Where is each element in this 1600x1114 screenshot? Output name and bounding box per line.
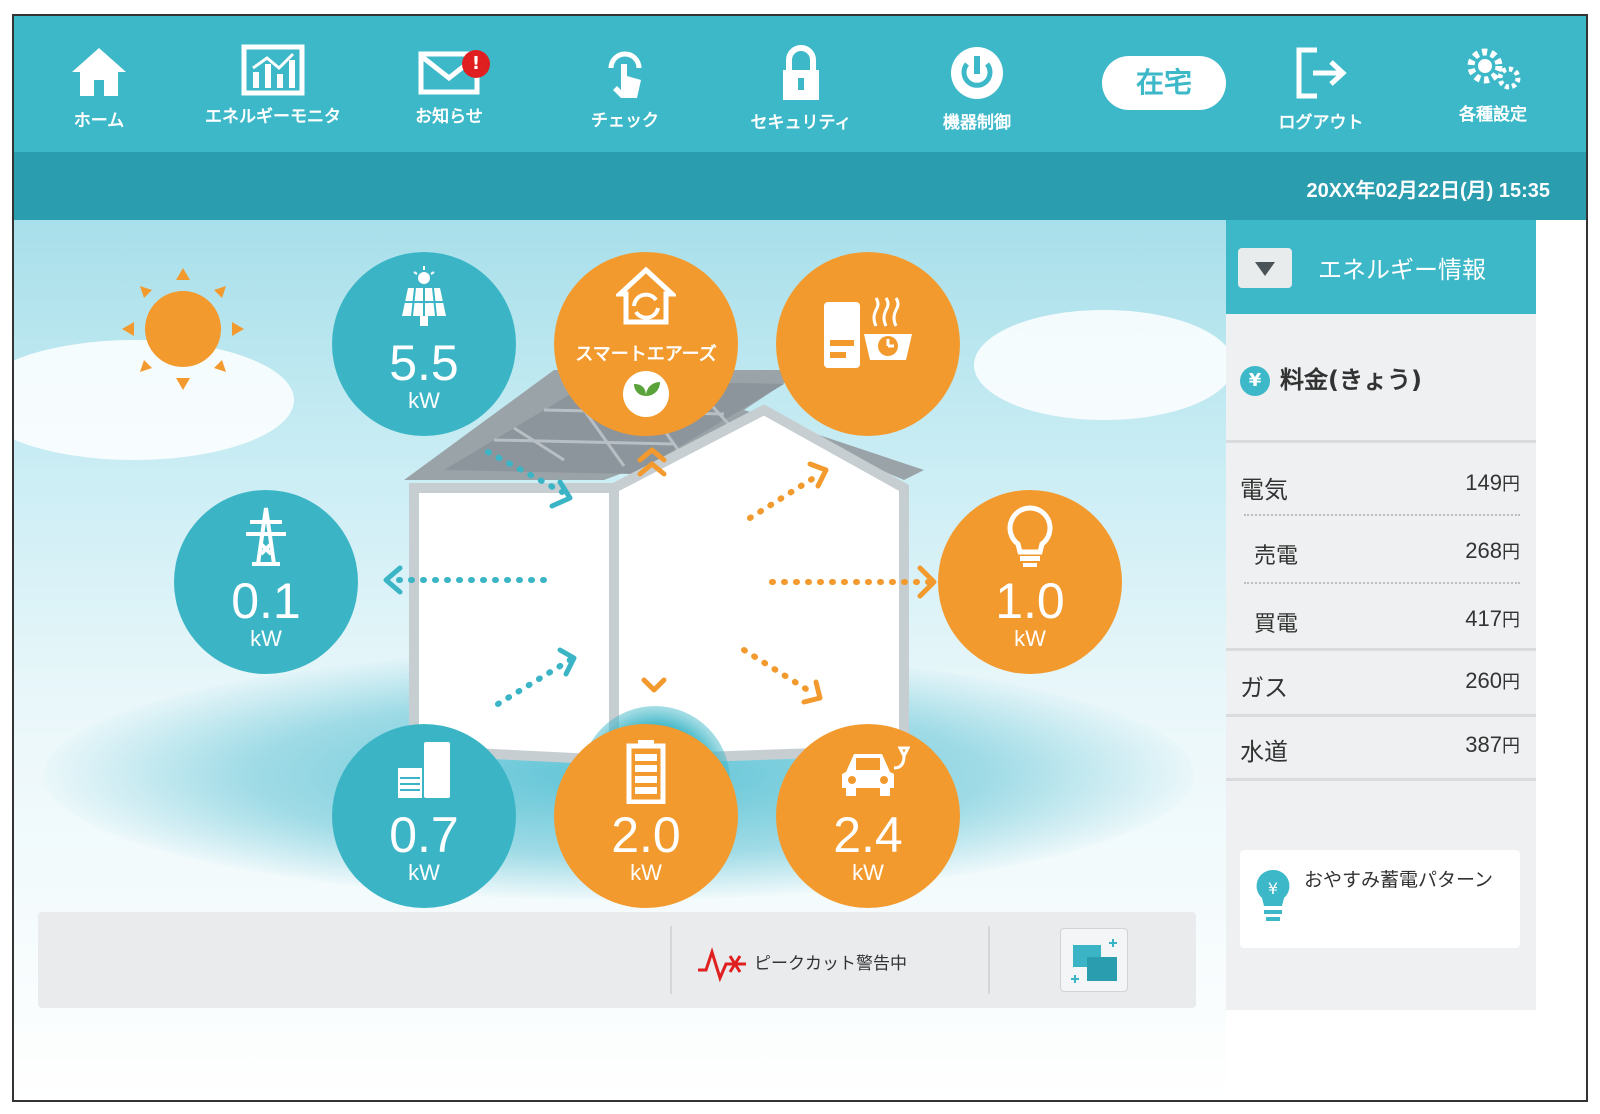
screens-icon <box>1071 939 1117 983</box>
solar-value: 5.5 <box>389 335 459 391</box>
peak-cut-warning: ピークカット警告中 <box>696 946 907 983</box>
fee-heading: ¥ 料金(きょう) <box>1240 360 1422 396</box>
power-consumption-bubble[interactable]: 1.0 kW <box>938 490 1122 674</box>
energy-info-title: エネルギー情報 <box>1318 256 1486 284</box>
energy-info-header: エネルギー情報 <box>1226 220 1536 314</box>
hot-water-bubble[interactable] <box>776 252 960 436</box>
fee-label: ガス <box>1240 674 1288 702</box>
fee-label: 水道 <box>1240 738 1288 766</box>
fee-amount: 268円 <box>1465 538 1520 563</box>
nav-settings-label: 各種設定 <box>1459 105 1527 125</box>
screen-switch-button[interactable] <box>1060 928 1128 992</box>
storage-battery-bubble[interactable]: 0.7 kW <box>332 724 516 908</box>
consumption-value: 1.0 <box>995 573 1065 629</box>
nav-energy-monitor-label: エネルギーモニタ <box>205 107 341 127</box>
solar-unit: kW <box>408 388 440 413</box>
ev-value: 2.4 <box>833 807 903 863</box>
house-airflow-icon <box>616 266 676 325</box>
battery-icon <box>626 740 666 804</box>
energy-info-toggle[interactable] <box>1238 248 1292 288</box>
fee-amount: 149円 <box>1465 470 1520 495</box>
app-frame: ホーム エネルギーモニタ ! お知らせ チェック セキュリティ 機器制御 在宅 … <box>12 14 1588 1102</box>
row-separator <box>1226 648 1536 651</box>
svg-text:¥: ¥ <box>1268 879 1278 898</box>
storage-value: 0.7 <box>389 807 459 863</box>
suggestion-card[interactable]: ¥ おやすみ蓄電パターン <box>1240 850 1520 948</box>
fee-label: 売電 <box>1254 544 1299 569</box>
grid-unit: kW <box>250 626 282 651</box>
smart-airs-label: スマートエアーズ <box>575 344 717 365</box>
nav-logout-label: ログアウト <box>1278 113 1364 133</box>
nav-security-label: セキュリティ <box>750 113 852 133</box>
battery-value: 2.0 <box>611 807 681 863</box>
peak-cut-icon <box>698 947 746 983</box>
eco-leaf-icon <box>623 371 669 417</box>
top-navigation: ホーム エネルギーモニタ ! お知らせ チェック セキュリティ 機器制御 在宅 … <box>14 16 1586 152</box>
yen-icon: ¥ <box>1240 366 1270 396</box>
fee-amount: 260円 <box>1465 668 1520 693</box>
light-bulb-icon <box>1007 505 1053 567</box>
nav-device-control-label: 機器制御 <box>943 113 1011 133</box>
consumption-unit: kW <box>1014 626 1046 651</box>
nav-device-control[interactable]: 機器制御 <box>902 32 1052 142</box>
fee-label: 買電 <box>1254 612 1299 637</box>
suggestion-text: おやすみ蓄電パターン <box>1304 869 1494 891</box>
storage-unit-icon <box>398 742 450 798</box>
power-icon <box>951 47 1003 99</box>
ev-bubble[interactable]: 2.4 kW <box>776 724 960 908</box>
row-separator <box>1226 440 1536 443</box>
row-separator <box>1226 778 1536 781</box>
power-tower-icon <box>246 507 286 566</box>
grid-power-bubble[interactable]: 0.1 kW <box>174 490 358 674</box>
battery-bubble[interactable]: 2.0 kW <box>554 724 738 908</box>
status-divider <box>988 926 990 994</box>
date-bar: 20XX年02月22日(月) 15:35 <box>14 152 1586 220</box>
current-datetime: 20XX年02月22日(月) 15:35 <box>1306 180 1550 202</box>
nav-energy-monitor[interactable]: エネルギーモニタ <box>198 32 348 142</box>
fee-amount: 387円 <box>1465 732 1520 757</box>
row-separator <box>1226 714 1536 717</box>
nav-settings[interactable]: 各種設定 <box>1418 32 1568 142</box>
yen-bulb-icon: ¥ <box>1256 869 1290 921</box>
storage-unit: kW <box>408 860 440 885</box>
fee-heading-label: 料金(きょう) <box>1280 366 1422 394</box>
home-icon <box>72 48 126 96</box>
energy-info-sidebar: エネルギー情報 ¥ 料金(きょう) 電気 149円 売電 268円 買電 417円… <box>1226 220 1536 1010</box>
nav-notice[interactable]: ! お知らせ <box>374 32 524 142</box>
ev-car-icon <box>842 746 910 796</box>
nav-check[interactable]: チェック <box>550 32 700 142</box>
logout-icon <box>1296 47 1347 99</box>
row-separator <box>1244 582 1520 584</box>
nav-home[interactable]: ホーム <box>24 32 174 142</box>
nav-check-label: チェック <box>591 111 659 131</box>
nav-notice-label: お知らせ <box>415 107 483 127</box>
gear-icon <box>1467 48 1521 90</box>
nav-security[interactable]: セキュリティ <box>726 32 876 142</box>
water-heater-icon <box>824 297 912 368</box>
chart-icon <box>241 44 305 96</box>
peak-cut-label: ピークカット警告中 <box>754 954 907 974</box>
battery-unit: kW <box>630 860 662 885</box>
tap-icon <box>608 51 642 98</box>
lock-icon <box>783 45 819 100</box>
solar-generation-bubble[interactable]: 5.5 kW <box>332 252 516 436</box>
fee-label: 電気 <box>1240 476 1288 504</box>
status-bar: ピークカット警告中 <box>38 912 1196 1008</box>
notice-badge: ! <box>462 50 490 78</box>
fee-amount: 417円 <box>1465 606 1520 631</box>
smart-airs-bubble[interactable]: スマートエアーズ <box>554 252 738 436</box>
ev-unit: kW <box>852 860 884 885</box>
grid-value: 0.1 <box>231 573 301 629</box>
row-separator <box>1244 514 1520 516</box>
nav-home-label: ホーム <box>73 111 125 131</box>
status-divider <box>670 926 672 994</box>
nav-logout[interactable]: ログアウト <box>1246 32 1396 142</box>
presence-toggle[interactable]: 在宅 <box>1102 56 1226 110</box>
solar-panel-icon <box>402 266 446 326</box>
chevron-down-icon <box>1255 262 1275 276</box>
